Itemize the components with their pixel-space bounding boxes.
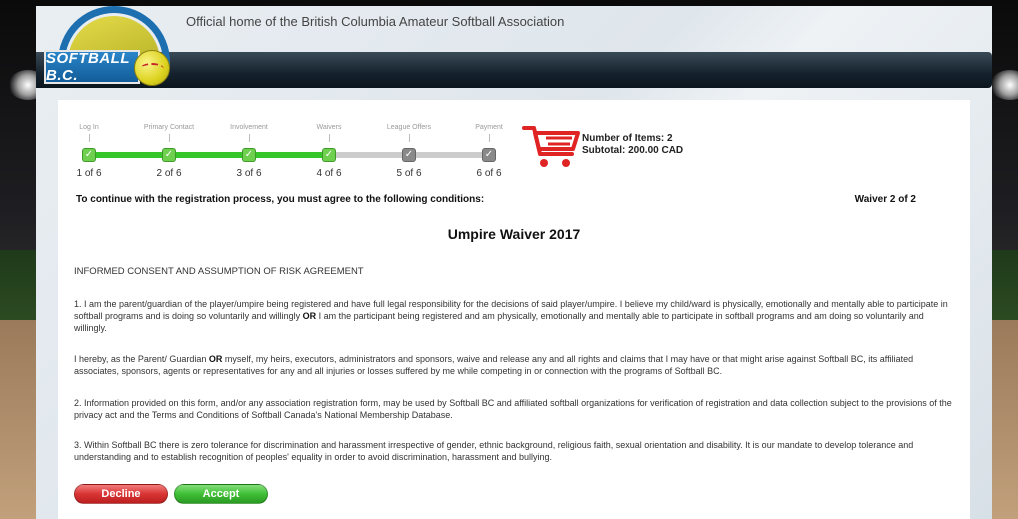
shopping-cart-icon[interactable] [522, 124, 582, 172]
waiver-paragraph: I hereby, as the Parent/ Guardian OR mys… [74, 353, 954, 377]
softball-bc-logo[interactable]: SOFTBALL B.C. [44, 6, 172, 94]
step-tick [249, 134, 250, 142]
step-count: 1 of 6 [76, 168, 102, 179]
paragraph-text: I hereby, as the Parent/ Guardian [74, 354, 209, 364]
paragraph-emphasis: OR [208, 354, 223, 364]
decline-button[interactable]: Decline [74, 484, 168, 504]
step-count: 3 of 6 [236, 168, 262, 179]
step-tick [169, 134, 170, 142]
paragraph-text: 2. Information provided on this form, an… [74, 398, 952, 420]
waiver-paragraph: 2. Information provided on this form, an… [74, 397, 954, 421]
step-check-icon: ✓ [242, 148, 256, 162]
registration-progress: Log In Primary Contact Involvement Waivers L… [76, 124, 503, 184]
step-count: 4 of 6 [316, 168, 342, 179]
step-tick [329, 134, 330, 142]
cart-subtotal: Subtotal: 200.00 CAD [582, 145, 684, 156]
step-label: Log In [79, 124, 99, 131]
step-check-icon: ✓ [402, 148, 416, 162]
step-check-icon: ✓ [322, 148, 336, 162]
step-check-icon: ✓ [82, 148, 96, 162]
step-tick [89, 134, 90, 142]
step-check-icon: ✓ [162, 148, 176, 162]
paragraph-text: 3. Within Softball BC there is zero tole… [74, 440, 914, 462]
stadium-light-icon [990, 70, 1018, 100]
site-tagline: Official home of the British Columbia Am… [186, 14, 565, 29]
step-count: 6 of 6 [476, 168, 502, 179]
step-label: Involvement [230, 124, 268, 131]
softball-icon [134, 50, 170, 86]
conditions-notice: To continue with the registration proces… [76, 194, 485, 205]
registration-panel: Log In Primary Contact Involvement Waivers L… [58, 100, 970, 519]
accept-button[interactable]: Accept [174, 484, 268, 504]
step-label: Waivers [316, 124, 342, 131]
step-label: League Offers [386, 124, 432, 131]
step-check-icon: ✓ [482, 148, 496, 162]
step-tick [409, 134, 410, 142]
step-count: 2 of 6 [156, 168, 182, 179]
step-label: Payment [475, 124, 503, 131]
waiver-count: Waiver 2 of 2 [854, 194, 916, 205]
progress-track [84, 152, 486, 158]
waiver-paragraph: 3. Within Softball BC there is zero tole… [74, 439, 954, 463]
site-container: SOFTBALL B.C. Official home of the Briti… [36, 6, 992, 519]
waiver-title: Umpire Waiver 2017 [447, 226, 581, 242]
cart-item-count: Number of Items: 2 [582, 133, 673, 144]
waiver-heading: INFORMED CONSENT AND ASSUMPTION OF RISK … [74, 266, 364, 277]
cart-summary: Number of Items: 2 Subtotal: 200.00 CAD [582, 133, 683, 157]
step-tick [489, 134, 490, 142]
navbar [36, 52, 992, 88]
paragraph-emphasis: OR [302, 311, 317, 321]
logo-banner: SOFTBALL B.C. [44, 50, 140, 84]
waiver-paragraph: 1. I am the parent/guardian of the playe… [74, 298, 954, 334]
step-label: Primary Contact [143, 124, 195, 131]
progress-fill [84, 152, 326, 158]
step-count: 5 of 6 [396, 168, 422, 179]
